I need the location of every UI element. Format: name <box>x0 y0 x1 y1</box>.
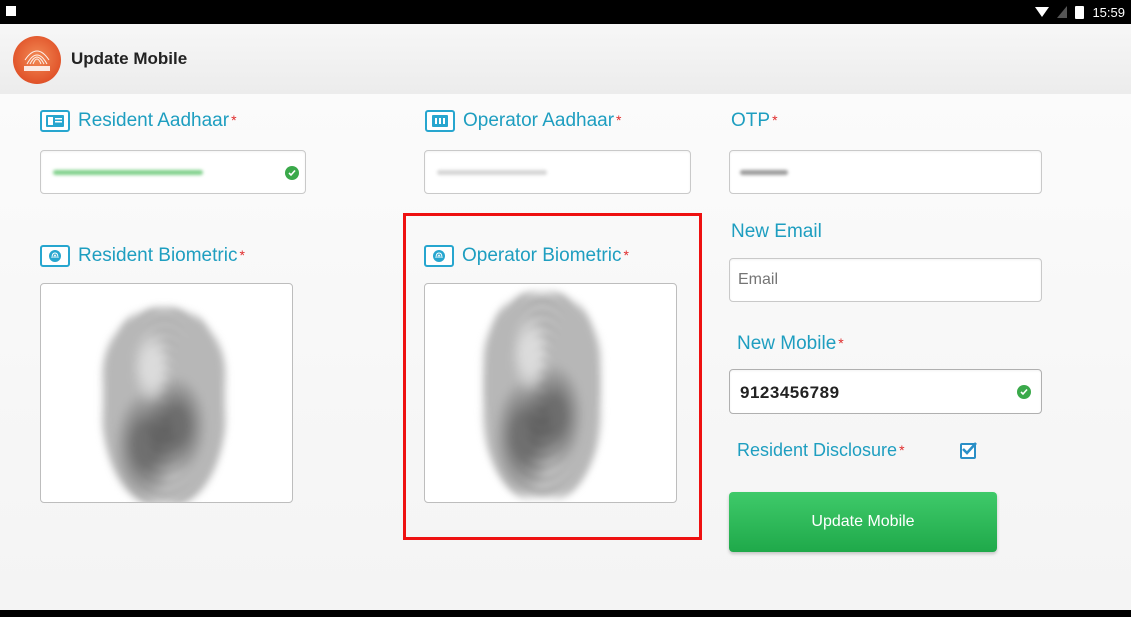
aadhaar-logo <box>13 36 61 84</box>
otp-input[interactable] <box>729 150 1042 194</box>
masked-value <box>740 170 788 175</box>
operator-aadhaar-input[interactable] <box>424 150 691 194</box>
label-text: Resident Aadhaar <box>78 110 230 131</box>
status-bar: 15:59 <box>0 0 1131 24</box>
email-field[interactable] <box>729 258 1042 302</box>
verified-check-icon <box>285 166 299 180</box>
highlight-annotation <box>403 213 702 540</box>
label-text: New Email <box>731 221 822 242</box>
new-mobile-label: New Mobile * <box>737 333 844 355</box>
resident-biometric-capture[interactable] <box>40 283 293 503</box>
label-text: Resident Biometric <box>78 245 238 266</box>
update-mobile-button[interactable]: Update Mobile <box>729 492 997 552</box>
required-mark: * <box>239 247 245 263</box>
required-mark: * <box>899 442 905 458</box>
label-text: Resident Disclosure <box>737 440 898 460</box>
checkmark-icon <box>962 442 977 455</box>
resident-aadhaar-input[interactable] <box>40 150 306 194</box>
required-mark: * <box>616 112 622 128</box>
status-icons: 15:59 <box>1035 3 1125 21</box>
fingerprint-image <box>103 308 225 502</box>
label-text: New Mobile <box>737 333 837 354</box>
resident-biometric-label: Resident Biometric * <box>40 245 245 267</box>
resident-disclosure-checkbox[interactable] <box>960 442 977 459</box>
wifi-icon <box>1035 7 1050 17</box>
id-card-icon <box>40 110 70 132</box>
fingerprint-icon <box>40 245 70 267</box>
mobile-value: 9123456789 <box>740 383 840 402</box>
resident-aadhaar-label: Resident Aadhaar * <box>40 110 237 132</box>
battery-icon <box>1075 5 1085 19</box>
keypad-icon <box>425 110 455 132</box>
otp-label: OTP * <box>731 110 778 132</box>
signal-icon <box>1057 6 1068 18</box>
new-email-label: New Email <box>731 221 822 243</box>
masked-value <box>53 170 203 175</box>
app-bar: Update Mobile <box>0 24 1131 94</box>
required-mark: * <box>231 112 237 128</box>
status-time: 15:59 <box>1092 4 1125 20</box>
mobile-field[interactable]: 9123456789 <box>729 369 1042 414</box>
label-text: OTP <box>731 110 771 131</box>
page-title: Update Mobile <box>71 49 188 68</box>
masked-value <box>437 170 547 175</box>
navigation-bar <box>0 610 1131 617</box>
required-mark: * <box>838 335 844 351</box>
resident-disclosure-label: Resident Disclosure * <box>737 440 905 461</box>
label-text: Operator Aadhaar <box>463 110 615 131</box>
notification-icon <box>6 6 16 16</box>
operator-aadhaar-label: Operator Aadhaar * <box>425 110 622 132</box>
verified-check-icon <box>1017 385 1031 399</box>
required-mark: * <box>772 112 778 128</box>
